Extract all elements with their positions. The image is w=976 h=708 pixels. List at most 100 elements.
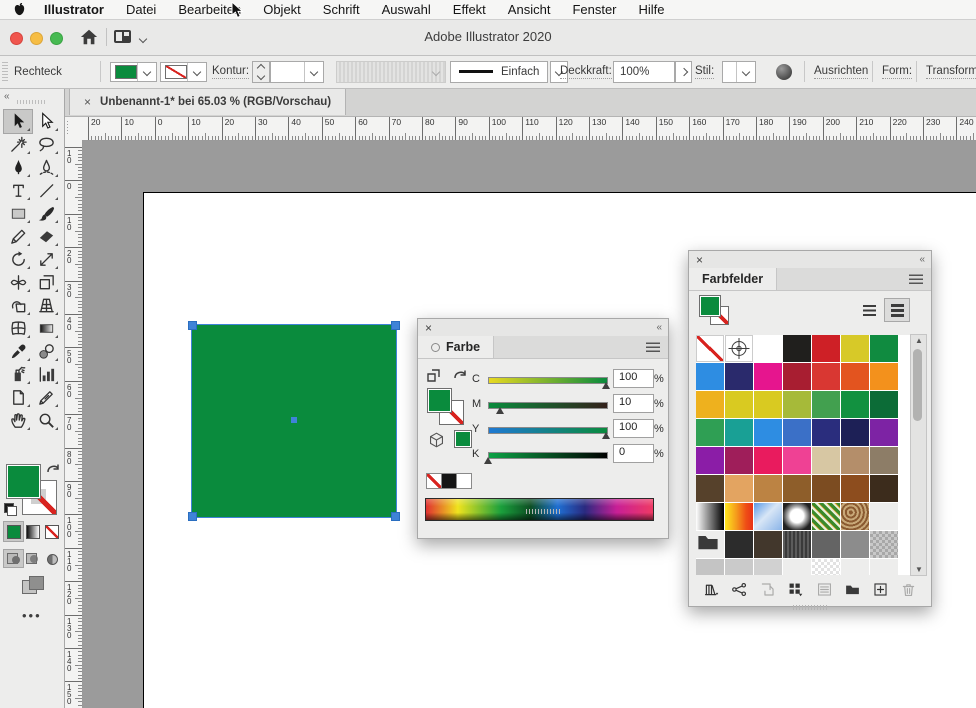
swatch[interactable]	[841, 335, 869, 362]
magic-wand-tool[interactable]	[4, 133, 32, 156]
close-panel-icon[interactable]: ×	[696, 253, 703, 267]
swatch[interactable]	[783, 419, 811, 446]
swatch[interactable]	[754, 531, 782, 558]
swatch-group-folder[interactable]	[696, 531, 724, 558]
swatch[interactable]	[725, 531, 753, 558]
swatch[interactable]	[696, 419, 724, 446]
direct-selection-tool[interactable]	[32, 110, 60, 133]
column-graph-tool[interactable]	[32, 363, 60, 386]
brush-definition-dropdown[interactable]: Einfach	[450, 61, 548, 83]
tool-panel-grip[interactable]	[17, 100, 47, 104]
mesh-tool[interactable]	[4, 317, 32, 340]
panel-menu-icon[interactable]	[646, 342, 660, 352]
farbe-panel-header[interactable]: × «	[418, 319, 668, 336]
width-tool[interactable]	[4, 271, 32, 294]
slider-handle[interactable]	[602, 382, 610, 389]
swatch[interactable]	[812, 475, 840, 502]
slice-tool[interactable]	[32, 386, 60, 409]
selected-rectangle[interactable]	[192, 325, 396, 517]
close-panel-icon[interactable]: ×	[425, 321, 432, 335]
menu-item-schrift[interactable]: Schrift	[312, 2, 371, 17]
pencil-tool[interactable]	[4, 225, 32, 248]
edit-toolbar-button[interactable]: •••	[22, 608, 42, 623]
grid-view-button[interactable]	[885, 299, 909, 321]
swatch[interactable]	[812, 363, 840, 390]
artboard-tool[interactable]	[4, 386, 32, 409]
swatch-pattern-swirl[interactable]	[841, 503, 869, 530]
swatch[interactable]	[870, 335, 898, 362]
stroke-color-dropdown[interactable]	[160, 62, 207, 82]
swatch[interactable]	[870, 391, 898, 418]
ausrichten-button[interactable]: Ausrichten	[814, 65, 868, 79]
swatch[interactable]	[725, 559, 753, 575]
type-tool[interactable]	[4, 179, 32, 202]
shape-center-point[interactable]	[291, 417, 297, 423]
swatch-checker-white[interactable]	[812, 559, 840, 575]
list-view-button[interactable]	[857, 299, 881, 321]
slider-value-input[interactable]: 0	[613, 444, 654, 463]
selection-handle[interactable]	[391, 512, 400, 521]
swatch[interactable]	[725, 447, 753, 474]
swatch[interactable]	[841, 475, 869, 502]
free-transform-tool[interactable]	[32, 271, 60, 294]
default-fill-stroke-icon[interactable]	[4, 503, 17, 516]
screen-mode-button[interactable]	[22, 576, 44, 594]
selection-handle[interactable]	[188, 512, 197, 521]
eraser-tool[interactable]	[32, 225, 60, 248]
panel-resize-grip[interactable]	[418, 505, 668, 518]
collapse-panel-icon[interactable]: «	[919, 254, 924, 265]
stil-dropdown[interactable]	[722, 61, 756, 83]
swatch[interactable]	[841, 363, 869, 390]
swatch[interactable]	[725, 391, 753, 418]
swatch[interactable]	[696, 363, 724, 390]
swatch[interactable]	[754, 335, 782, 362]
swatch-scrollbar[interactable]: ▲ ▼	[910, 334, 927, 576]
hand-tool[interactable]	[4, 409, 32, 432]
black-swatch[interactable]	[441, 473, 457, 489]
variable-width-profile-dropdown[interactable]	[336, 61, 446, 83]
zoom-tool[interactable]	[32, 409, 60, 432]
vertical-ruler[interactable]: 1 001 02 03 04 05 06 07 08 09 01 0 01 1 …	[64, 140, 83, 708]
tab-farbfelder[interactable]: Farbfelder	[689, 268, 777, 290]
menu-item-effekt[interactable]: Effekt	[442, 2, 497, 17]
fill-proxy[interactable]	[699, 295, 721, 317]
color-themes-button[interactable]	[729, 580, 749, 598]
swatch[interactable]	[696, 391, 724, 418]
document-tab[interactable]: × Unbenannt-1* bei 65.03 % (RGB/Vorschau…	[69, 88, 346, 115]
swatch-libraries-menu-button[interactable]	[701, 580, 721, 598]
swatch[interactable]	[783, 335, 811, 362]
horizontal-ruler[interactable]: 2010010203040506070809010011012013014015…	[82, 116, 976, 141]
swatch[interactable]	[725, 363, 753, 390]
swatch[interactable]	[696, 475, 724, 502]
swatch[interactable]	[812, 531, 840, 558]
swatch[interactable]	[841, 447, 869, 474]
draw-normal-button[interactable]	[4, 550, 23, 567]
collapse-panel-icon[interactable]: «	[656, 322, 661, 333]
draw-inside-button[interactable]	[42, 550, 61, 567]
none-swatch[interactable]	[426, 473, 442, 489]
fill-proxy[interactable]	[6, 464, 41, 499]
kontur-label[interactable]: Kontur:	[212, 65, 249, 79]
slider-value-input[interactable]: 10	[613, 394, 654, 413]
panel-menu-icon[interactable]	[909, 274, 923, 284]
scale-tool[interactable]	[32, 248, 60, 271]
swatch-grad-fire[interactable]	[725, 503, 753, 530]
swatch[interactable]	[812, 419, 840, 446]
form-label[interactable]: Form:	[882, 65, 912, 79]
menu-item-ansicht[interactable]: Ansicht	[497, 2, 562, 17]
slider-track[interactable]	[488, 402, 608, 409]
menu-item-illustrator[interactable]: Illustrator	[33, 2, 115, 17]
symbol-sprayer-tool[interactable]	[4, 363, 32, 386]
swatch[interactable]	[870, 363, 898, 390]
color-button[interactable]	[4, 522, 23, 541]
swatch[interactable]	[725, 475, 753, 502]
swatch[interactable]	[754, 475, 782, 502]
swatch[interactable]	[841, 419, 869, 446]
swatch[interactable]	[783, 447, 811, 474]
apple-menu-icon[interactable]	[12, 2, 27, 17]
slider-track[interactable]	[488, 427, 608, 434]
swatch-sphere[interactable]	[783, 503, 811, 530]
swatch-checker-gray[interactable]	[870, 531, 898, 558]
swatch-pattern-green[interactable]	[812, 503, 840, 530]
slider-value-input[interactable]: 100	[613, 419, 654, 438]
